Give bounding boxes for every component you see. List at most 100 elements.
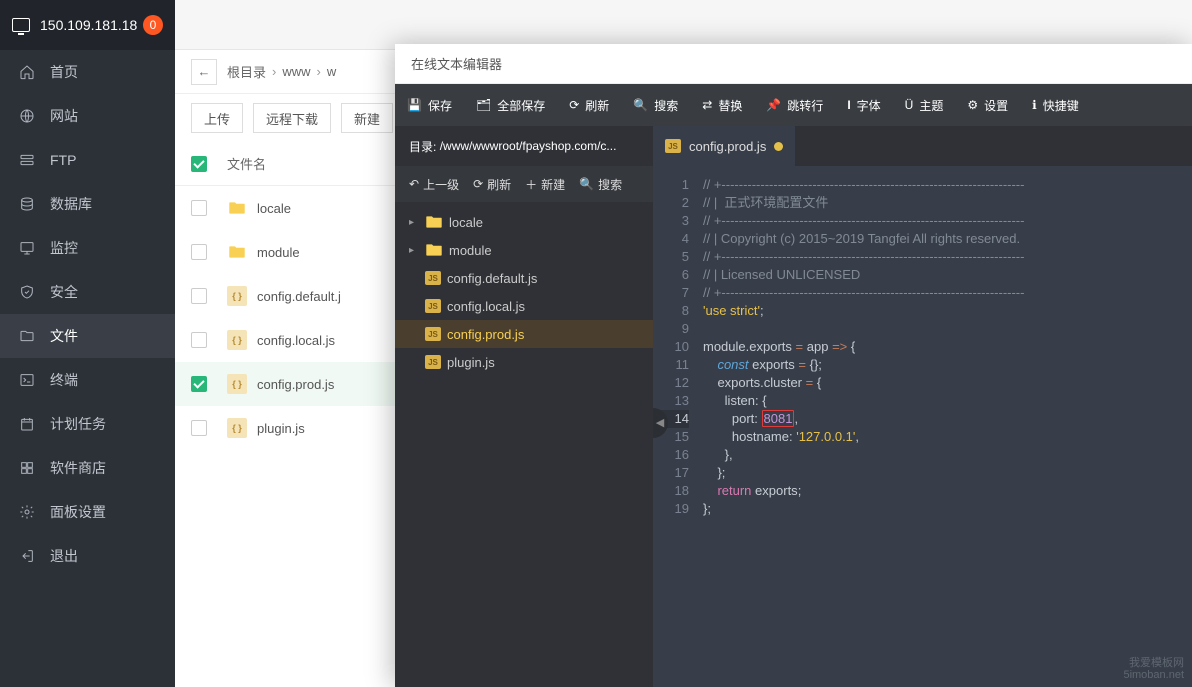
search-button[interactable]: 🔍搜索	[621, 84, 690, 126]
editor-tab[interactable]: JS config.prod.js	[653, 126, 795, 166]
sidebar-item-site[interactable]: 网站	[0, 94, 175, 138]
replace-button[interactable]: ⇄替换	[690, 84, 754, 126]
row-checkbox[interactable]	[191, 332, 207, 348]
text-editor-modal: 在线文本编辑器 💾保存 🗂全部保存 ⟳刷新 🔍搜索 ⇄替换 📌跳转行 I字体 Ü…	[395, 44, 1192, 687]
home-icon	[18, 63, 36, 81]
row-checkbox[interactable]	[191, 200, 207, 216]
expand-arrow-icon: ▸	[409, 245, 421, 256]
notification-badge[interactable]: 0	[143, 15, 163, 35]
sidebar-item-logout[interactable]: 退出	[0, 534, 175, 578]
folder-icon	[227, 198, 247, 218]
js-file-icon: JS	[665, 139, 681, 153]
sidebar-item-label: 文件	[50, 326, 78, 346]
new-button[interactable]: 新建	[341, 103, 393, 133]
js-file-icon: JS	[425, 299, 441, 313]
goto-line-button[interactable]: 📌跳转行	[754, 84, 835, 126]
folder-icon	[227, 242, 247, 262]
theme-button[interactable]: Ü主题	[893, 84, 956, 126]
watermark: 我爱模板网5imoban.net	[1123, 657, 1184, 681]
sidebar-item-terminal[interactable]: 终端	[0, 358, 175, 402]
nav-search-button[interactable]: 🔍 搜索	[579, 176, 622, 193]
col-name-header[interactable]: 文件名	[227, 154, 266, 173]
ftp-icon	[18, 151, 36, 169]
select-all-checkbox[interactable]	[191, 156, 207, 172]
js-file-icon: JS	[425, 355, 441, 369]
sidebar-item-settings[interactable]: 面板设置	[0, 490, 175, 534]
tree-item[interactable]: JS plugin.js	[395, 348, 653, 376]
code-area[interactable]: ◀ 12345678910111213141516171819 // +----…	[653, 166, 1192, 687]
row-checkbox[interactable]	[191, 420, 207, 436]
upload-button[interactable]: 上传	[191, 103, 243, 133]
unsaved-indicator-icon	[774, 142, 783, 151]
file-name: plugin.js	[257, 421, 305, 436]
sidebar-item-cron[interactable]: 计划任务	[0, 402, 175, 446]
row-checkbox[interactable]	[191, 288, 207, 304]
row-checkbox[interactable]	[191, 376, 207, 392]
sidebar-item-db[interactable]: 数据库	[0, 182, 175, 226]
settings-button[interactable]: ⚙设置	[955, 84, 1020, 126]
file-name: config.default.j	[257, 289, 341, 304]
sidebar-item-label: 软件商店	[50, 458, 106, 478]
sidebar-item-monitor[interactable]: 监控	[0, 226, 175, 270]
nav-refresh-button[interactable]: ⟳ 刷新	[473, 176, 511, 193]
save-all-button[interactable]: 🗂全部保存	[464, 84, 557, 126]
settings-icon	[18, 503, 36, 521]
store-icon	[18, 459, 36, 477]
sidebar-item-ftp[interactable]: FTP	[0, 138, 175, 182]
tree-item[interactable]: JSconfig.default.js	[395, 264, 653, 292]
back-button[interactable]: ←	[191, 59, 217, 85]
refresh-button[interactable]: ⟳刷新	[557, 84, 621, 126]
sidebar-item-label: 网站	[50, 106, 78, 126]
breadcrumb-item[interactable]: w	[327, 64, 336, 79]
js-file-icon: { }	[227, 374, 247, 394]
tree-item[interactable]: ▸locale	[395, 208, 653, 236]
file-icon	[18, 327, 36, 345]
terminal-icon	[18, 371, 36, 389]
file-name: locale	[257, 201, 291, 216]
sidebar-item-security[interactable]: 安全	[0, 270, 175, 314]
folder-icon	[425, 243, 443, 257]
monitor-icon	[18, 239, 36, 257]
file-name: config.prod.js	[257, 377, 334, 392]
sidebar: 150.109.181.18 0 首页网站FTP数据库监控安全文件终端计划任务软…	[0, 0, 175, 687]
security-icon	[18, 283, 36, 301]
save-button[interactable]: 💾保存	[395, 84, 464, 126]
folder-icon	[425, 215, 443, 229]
tree-item[interactable]: ▸ module	[395, 236, 653, 264]
site-icon	[18, 107, 36, 125]
js-file-icon: JS	[425, 327, 441, 341]
editor-tabs: JS config.prod.js	[653, 126, 1192, 166]
sidebar-item-label: 面板设置	[50, 502, 106, 522]
editor-toolbar: 💾保存 🗂全部保存 ⟳刷新 🔍搜索 ⇄替换 📌跳转行 I字体 Ü主题 ⚙设置 ℹ…	[395, 84, 1192, 126]
breadcrumb-root[interactable]: 根目录	[227, 62, 266, 81]
file-name: config.local.js	[257, 333, 335, 348]
sidebar-item-label: 终端	[50, 370, 78, 390]
row-checkbox[interactable]	[191, 244, 207, 260]
db-icon	[18, 195, 36, 213]
tree-item-label: config.prod.js	[447, 327, 524, 342]
code-content[interactable]: // +------------------------------------…	[697, 166, 1192, 687]
tab-label: config.prod.js	[689, 139, 766, 154]
sidebar-item-file[interactable]: 文件	[0, 314, 175, 358]
sidebar-item-store[interactable]: 软件商店	[0, 446, 175, 490]
logout-icon	[18, 547, 36, 565]
nav-new-button[interactable]: ＋ 新建	[525, 176, 565, 193]
remote-download-button[interactable]: 远程下载	[253, 103, 331, 133]
font-button[interactable]: I字体	[835, 84, 892, 126]
tree-item-label: config.local.js	[447, 299, 525, 314]
sidebar-item-label: 数据库	[50, 194, 92, 214]
file-name: module	[257, 245, 300, 260]
cron-icon	[18, 415, 36, 433]
js-file-icon: { }	[227, 330, 247, 350]
tree-item-label: locale	[449, 215, 483, 230]
shortcuts-button[interactable]: ℹ快捷键	[1020, 84, 1091, 126]
monitor-icon	[12, 18, 30, 32]
tree-item[interactable]: JS config.prod.js	[395, 320, 653, 348]
nav-up-button[interactable]: ↶ 上一级	[409, 176, 459, 193]
sidebar-item-label: 监控	[50, 238, 78, 258]
tree-item[interactable]: JS config.local.js	[395, 292, 653, 320]
tree-item-label: module	[449, 243, 492, 258]
tree-item-label: plugin.js	[447, 355, 495, 370]
breadcrumb-item[interactable]: www	[282, 64, 310, 79]
sidebar-item-home[interactable]: 首页	[0, 50, 175, 94]
